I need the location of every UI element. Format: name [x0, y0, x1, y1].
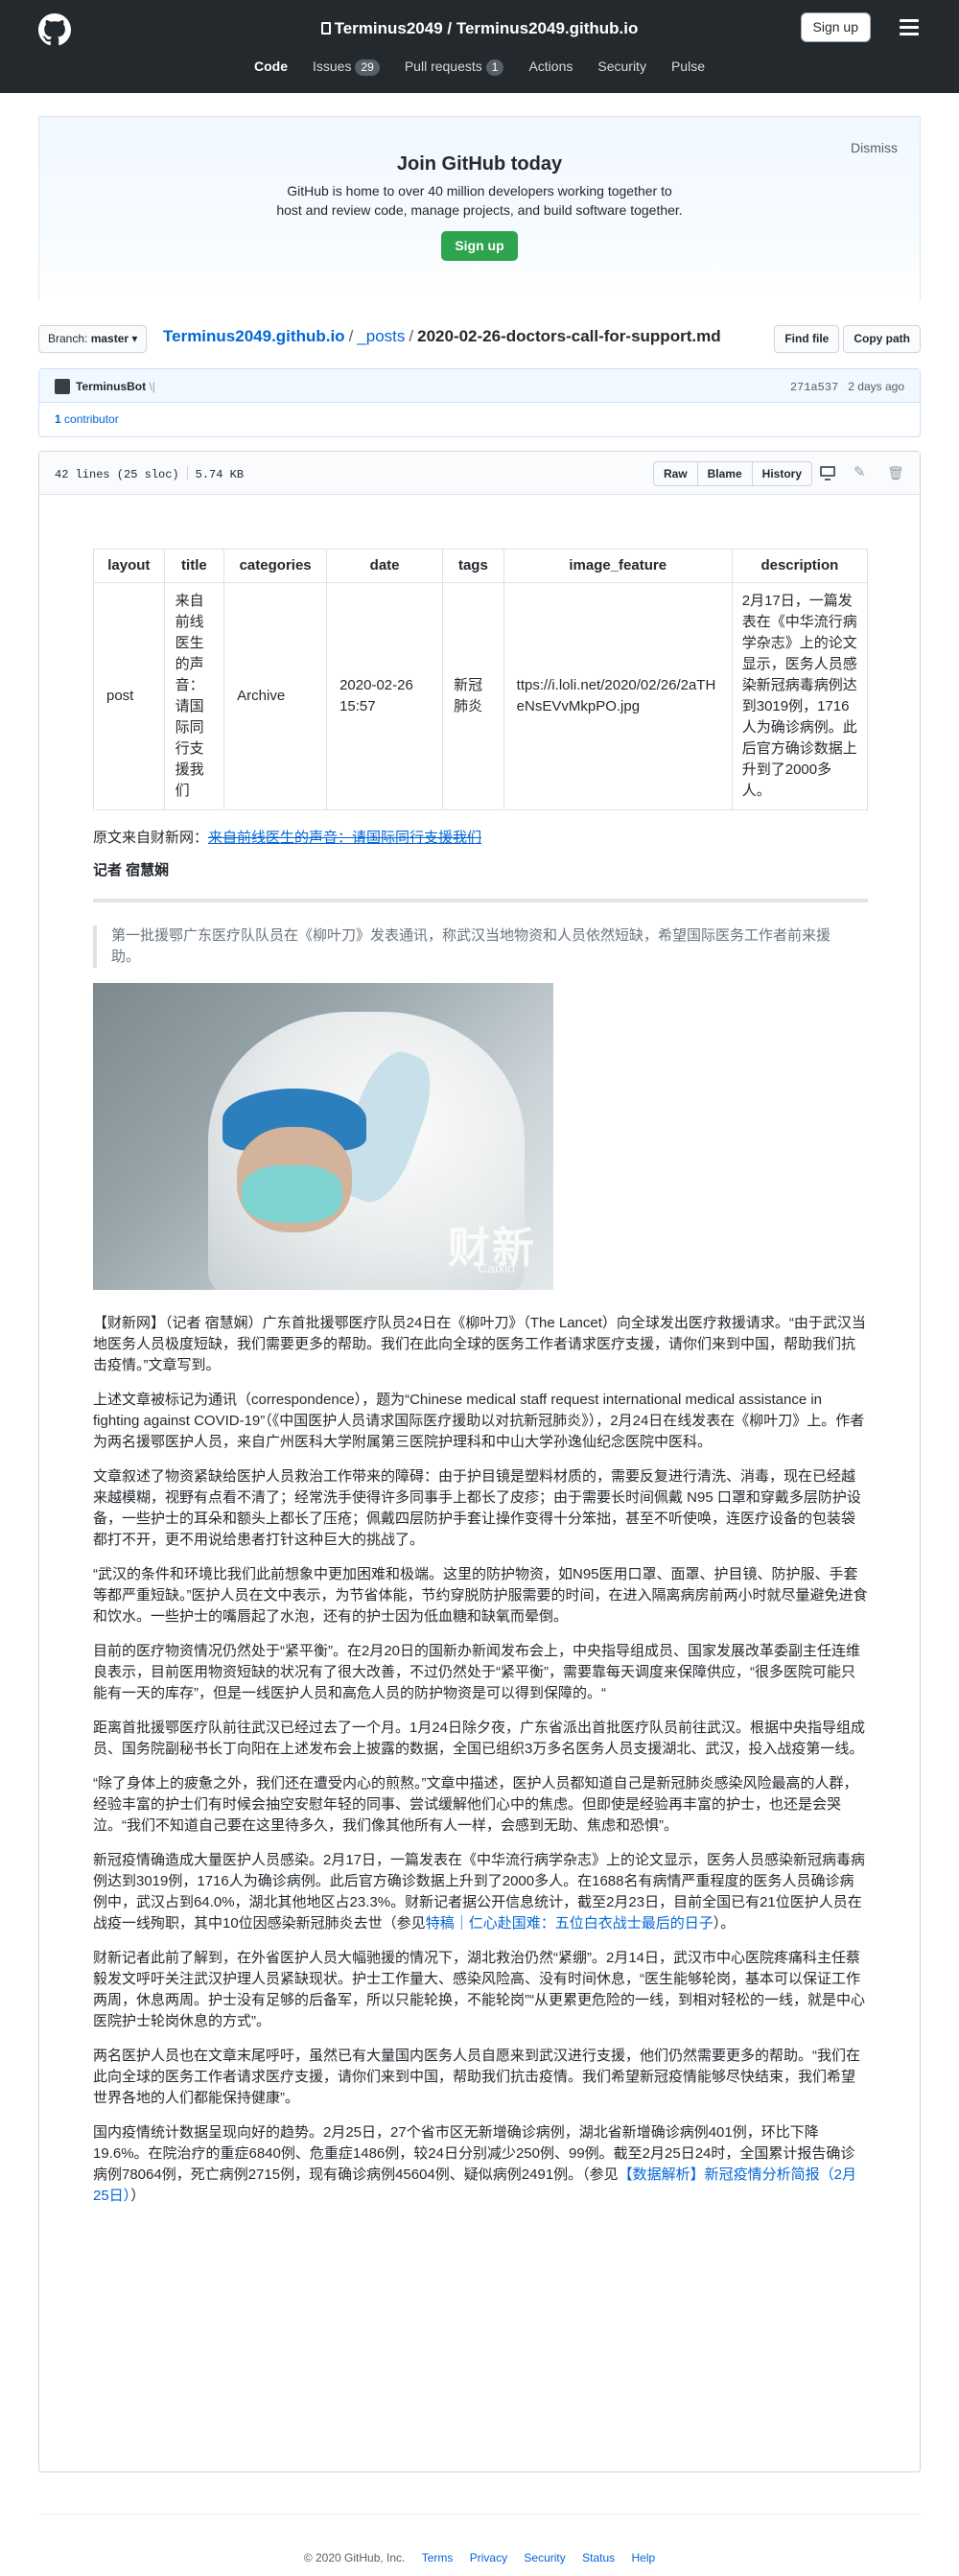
- repo-name-link[interactable]: Terminus2049.github.io: [456, 19, 639, 37]
- site-header: Terminus2049 / Terminus2049.github.io Si…: [0, 0, 959, 93]
- footer-link-help[interactable]: Help: [632, 2551, 656, 2564]
- contributors-link[interactable]: 1 contributor: [55, 412, 119, 426]
- paragraph: “除了身体上的疲惫之外，我们还在遭受内心的煎熬。”文章中描述，医护人员都知道自己…: [93, 1775, 858, 1834]
- tab-code[interactable]: Code: [254, 59, 288, 76]
- dismiss-button[interactable]: Dismiss: [851, 140, 898, 155]
- header-signup-button[interactable]: Sign up: [800, 12, 871, 42]
- paragraph: 上述文章被标记为通讯（correspondence），题为“Chinese me…: [93, 1392, 865, 1450]
- commit-time: 2 days ago: [848, 380, 904, 393]
- commit-sha-link[interactable]: 271a537: [790, 381, 838, 394]
- branch-selector[interactable]: Branch: master ▾: [38, 325, 148, 353]
- tab-pulse[interactable]: Pulse: [671, 59, 705, 76]
- paragraph: 新冠疫情确造成大量医护人员感染。2月17日，一篇发表在《中华流行病学杂志》上的论…: [93, 1852, 866, 1932]
- col-header: layout: [93, 549, 165, 583]
- lead-quote: 第一批援鄂广东医疗队队员在《柳叶刀》发表通讯，称武汉当地物资和人员依然短缺，希望…: [93, 925, 868, 968]
- tab-actions[interactable]: Actions: [528, 59, 573, 76]
- issues-count-badge: 29: [355, 59, 380, 76]
- branch-name: master: [90, 332, 129, 345]
- cell-categories: Archive: [223, 582, 328, 810]
- desktop-icon[interactable]: [820, 466, 835, 480]
- file-viewer: 42 lines (25 sloc) 5.74 KB Raw Blame Hist…: [38, 451, 921, 2472]
- breadcrumb-file: 2020-02-26-doctors-call-for-support.md: [417, 327, 721, 345]
- paragraph: 距离首批援鄂医疗队前往武汉已经过去了一个月。1月24日除夕夜，广东省派出首批医疗…: [93, 1720, 866, 1757]
- tab-pull-requests[interactable]: Pull requests 1: [405, 59, 504, 76]
- paragraph: 【财新网】（记者 宿慧娴）广东首批援鄂医疗队员24日在《柳叶刀》（The Lan…: [93, 1315, 866, 1373]
- repo-book-icon: [320, 22, 331, 35]
- frontmatter-table: layout title categories date tags image_…: [93, 549, 869, 810]
- avatar[interactable]: [55, 379, 70, 394]
- paragraph: 文章叙述了物资紧缺给医护人员救治工作带来的障碍：由于护目镜是塑料材质的，需要反复…: [93, 1468, 861, 1548]
- col-header: title: [163, 549, 225, 583]
- file-actions: Find file Copy path: [774, 325, 921, 353]
- cell-title: 来自前线医生的声音：请国际同行支援我们: [163, 582, 225, 810]
- copyright: © 2020 GitHub, Inc.: [303, 2551, 406, 2564]
- breadcrumb: Terminus2049.github.io / _posts/2020-02-26…: [163, 327, 721, 345]
- blame-button[interactable]: Blame: [696, 461, 753, 486]
- pencil-icon[interactable]: ✎: [854, 465, 869, 480]
- raw-button[interactable]: Raw: [652, 461, 698, 486]
- divider: [93, 899, 868, 902]
- file-view-buttons: Raw Blame History: [652, 461, 812, 486]
- paragraph: “武汉的条件和环境比我们此前想象中更加困难和极端。这里的防护物资，如N95医用口…: [93, 1566, 868, 1625]
- footer-link-privacy[interactable]: Privacy: [470, 2551, 507, 2564]
- latest-commit-box: TerminusBot \| 271a537 2 days ago 1 contr…: [38, 368, 921, 437]
- tab-issues[interactable]: Issues 29: [313, 59, 380, 76]
- col-header: categories: [223, 549, 328, 583]
- reporter: 记者 宿慧娴: [93, 862, 170, 878]
- caixin-watermark: 财新: [448, 1225, 536, 1272]
- col-header: date: [326, 549, 444, 583]
- join-description: GitHub is home to over 40 million develo…: [276, 183, 683, 218]
- site-footer: © 2020 GitHub, Inc. Terms Privacy Securi…: [38, 2514, 921, 2564]
- pull-requests-count-badge: 1: [485, 59, 504, 76]
- col-header: image_feature: [503, 549, 733, 583]
- paragraph: 国内疫情统计数据呈现向好的趋势。2月25日，27个省市区无新增确诊病例，湖北省新…: [93, 2124, 857, 2204]
- join-signup-button[interactable]: Sign up: [441, 231, 518, 261]
- cell-date: 2020-02-26 15:57: [326, 582, 444, 810]
- source-link[interactable]: 来自前线医生的声音：请国际同行支援我们: [208, 830, 481, 846]
- cell-tags: 新冠肺炎: [442, 582, 504, 810]
- find-file-button[interactable]: Find file: [774, 325, 840, 353]
- history-button[interactable]: History: [751, 461, 812, 486]
- paragraph: 两名医护人员也在文章末尾呼吁，虽然已有大量国内医务人员自愿来到武汉进行支援，他们…: [93, 2048, 861, 2106]
- paragraph: 目前的医疗物资情况仍然处于“紧平衡”。在2月20日的国新办新闻发布会上，中央指导…: [93, 1643, 861, 1701]
- trash-icon[interactable]: 🗑: [887, 466, 904, 480]
- breadcrumb-repo-link[interactable]: Terminus2049.github.io: [163, 327, 345, 345]
- join-title: Join GitHub today: [396, 153, 563, 175]
- caret-down-icon: ▾: [131, 332, 138, 345]
- tab-security[interactable]: Security: [597, 59, 646, 76]
- cell-layout: post: [93, 582, 165, 810]
- commit-message[interactable]: \|: [149, 380, 154, 393]
- footer-link-status[interactable]: Status: [582, 2551, 615, 2564]
- related-article-link[interactable]: 特稿｜仁心赴国难：五位白衣战士最后的日子: [426, 1915, 713, 1932]
- source-line: 原文来自财新网：来自前线医生的声音：请国际同行支援我们: [93, 830, 482, 846]
- caixin-watermark-sub: Caixin: [478, 1260, 515, 1276]
- paragraph: 财新记者此前了解到，在外省医护人员大幅驰援的情况下，湖北救治仍然“紧绷”。2月1…: [93, 1950, 865, 2029]
- join-github-banner: Dismiss Join GitHub today GitHub is home…: [38, 116, 921, 301]
- file-info: 42 lines (25 sloc) 5.74 KB: [55, 466, 245, 481]
- footer-link-security[interactable]: Security: [524, 2551, 565, 2564]
- table-row: post 来自前线医生的声音：请国际同行支援我们 Archive 2020-02…: [93, 582, 869, 810]
- cell-description: 2月17日，一篇发表在《中华流行病学杂志》上的论文显示，医务人员感染新冠病毒病例…: [731, 582, 869, 810]
- cell-image-feature: ttps://i.loli.net/2020/02/26/2aTHeNsEVvM…: [503, 582, 733, 810]
- footer-link-terms[interactable]: Terms: [422, 2551, 454, 2564]
- repo-nav: Code Issues 29 Pull requests 1 Actions Sec…: [0, 59, 959, 76]
- repo-owner-link[interactable]: Terminus2049: [335, 19, 443, 37]
- copy-path-button[interactable]: Copy path: [843, 325, 921, 353]
- branch-label: Branch:: [48, 332, 88, 345]
- hamburger-menu-icon[interactable]: [900, 19, 919, 39]
- col-header: description: [731, 549, 869, 583]
- col-header: tags: [442, 549, 504, 583]
- file-header: 42 lines (25 sloc) 5.74 KB Raw Blame Hist…: [39, 452, 920, 495]
- article-photo: 财新 Caixin: [93, 983, 553, 1290]
- breadcrumb-dir-link[interactable]: _posts: [357, 327, 405, 345]
- markdown-body: layout title categories date tags image_…: [93, 549, 869, 2207]
- commit-author-link[interactable]: TerminusBot: [76, 380, 146, 393]
